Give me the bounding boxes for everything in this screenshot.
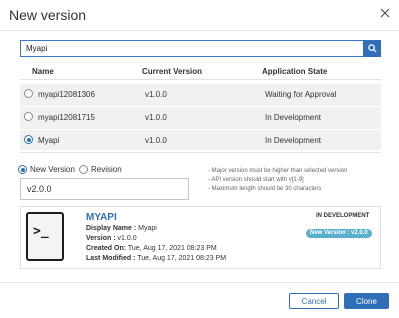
row-version: v1.0.0 xyxy=(145,113,167,122)
new-version-dialog: New version Name Current Version Applica… xyxy=(0,0,399,318)
modified-label: Last Modified : xyxy=(86,255,136,262)
hint-line: - Major version must be higher than sele… xyxy=(208,168,348,174)
column-header-application-state: Application State xyxy=(262,67,328,76)
header-divider xyxy=(0,30,399,31)
close-icon[interactable] xyxy=(378,6,392,20)
modified-value: Tue, Aug 17, 2021 08:23 PM xyxy=(137,255,227,262)
version-label: Version : xyxy=(86,235,116,242)
display-name-line: Display Name : Myapi xyxy=(86,225,157,232)
version-value: v1.0.0 xyxy=(117,235,137,242)
display-name-label: Display Name : xyxy=(86,225,137,232)
table-row[interactable]: Myapi v1.0.0 In Development xyxy=(20,130,381,150)
search-input[interactable] xyxy=(20,40,363,57)
version-hints: - Major version must be higher than sele… xyxy=(208,167,347,194)
row-version: v1.0.0 xyxy=(145,90,167,99)
row-radio[interactable] xyxy=(24,89,33,98)
table-row[interactable]: myapi12081715 v1.0.0 In Development xyxy=(20,107,381,127)
footer-divider xyxy=(0,282,399,283)
table-row[interactable]: myapi12081306 v1.0.0 Waiting for Approva… xyxy=(20,84,381,104)
search-bar xyxy=(20,40,381,57)
cancel-button[interactable]: Cancel xyxy=(289,293,339,309)
modified-line: Last Modified : Tue, Aug 17, 2021 08:23 … xyxy=(86,255,226,262)
row-state: Waiting for Approval xyxy=(265,90,337,99)
hint-line: - Maximum length should be 30 characters xyxy=(208,186,322,192)
new-version-badge: New Version : v2.0.0 xyxy=(306,229,372,238)
app-name: MYAPI xyxy=(86,212,117,223)
terminal-icon: >_ xyxy=(26,212,64,261)
row-state: In Development xyxy=(265,113,322,122)
table-body[interactable]: myapi12081306 v1.0.0 Waiting for Approva… xyxy=(20,84,381,150)
dialog-header: New version xyxy=(0,0,399,30)
row-radio-selected[interactable] xyxy=(24,135,33,144)
table-header: Name Current Version Application State xyxy=(20,60,381,80)
dialog-title: New version xyxy=(9,7,87,23)
hint-line: - API version should start with v[1-9] xyxy=(208,177,304,183)
table-bottom-divider xyxy=(20,152,381,153)
status-badge: IN DEVELOPMENT xyxy=(316,213,370,219)
version-line: Version : v1.0.0 xyxy=(86,235,137,242)
column-header-name: Name xyxy=(32,67,54,76)
new-version-label: New Version xyxy=(30,165,75,174)
column-header-current-version: Current Version xyxy=(142,67,203,76)
revision-label: Revision xyxy=(91,165,122,174)
clone-button[interactable]: Clone xyxy=(344,293,389,309)
new-version-radio[interactable] xyxy=(18,165,27,174)
created-line: Created On: Tue, Aug 17, 2021 08:23 PM xyxy=(86,245,217,252)
row-radio[interactable] xyxy=(24,112,33,121)
created-value: Tue, Aug 17, 2021 08:23 PM xyxy=(127,245,217,252)
row-version: v1.0.0 xyxy=(145,136,167,145)
display-name-value: Myapi xyxy=(138,225,157,232)
row-state: In Development xyxy=(265,136,322,145)
row-name: Myapi xyxy=(38,136,60,145)
search-icon xyxy=(367,44,377,53)
version-input[interactable] xyxy=(20,178,189,200)
app-summary-card: >_ MYAPI Display Name : Myapi Version : … xyxy=(20,206,381,269)
row-name: myapi12081715 xyxy=(38,113,95,122)
terminal-prompt: >_ xyxy=(33,224,49,239)
revision-radio[interactable] xyxy=(79,165,88,174)
row-name: myapi12081306 xyxy=(38,90,95,99)
applications-table: Name Current Version Application State m… xyxy=(20,60,381,150)
search-button[interactable] xyxy=(363,40,381,57)
created-label: Created On: xyxy=(86,245,127,252)
